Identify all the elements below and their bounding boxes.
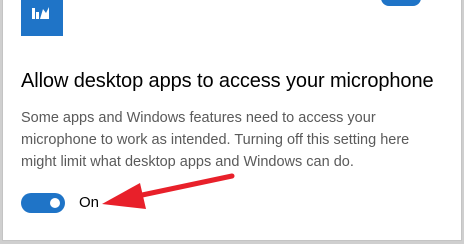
annotation-arrow-icon [102,173,235,209]
